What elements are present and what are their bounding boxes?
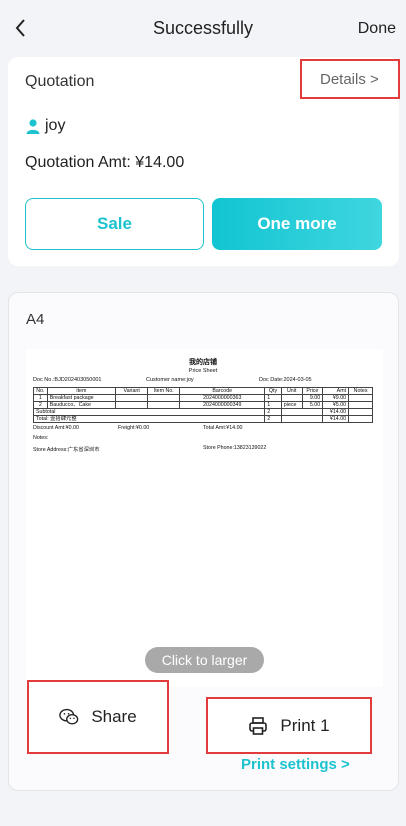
click-to-larger-badge[interactable]: Click to larger xyxy=(145,647,264,673)
table-row: 1 Breakfast package 2024000000363 1 9.00… xyxy=(33,394,373,402)
print-button[interactable]: Print 1 xyxy=(206,697,372,754)
column-header: Unit xyxy=(280,387,303,395)
cell xyxy=(280,394,303,402)
column-header: No. xyxy=(33,387,48,395)
cell xyxy=(115,394,149,402)
cell: 5.00 xyxy=(301,401,324,409)
price-sheet: 我的店铺 Price Sheet Doc No.:BJD202403050001… xyxy=(32,357,373,453)
print-settings-link[interactable]: Print settings > xyxy=(241,756,350,773)
page-title: Successfully xyxy=(152,18,254,38)
column-header: Notes xyxy=(348,387,373,395)
table-row: 2 Bauducco、Cake 2024000000349 1 piece 5.… xyxy=(33,401,373,409)
quotation-title: Quotation xyxy=(25,73,95,90)
subtotal-row: Subtotal 2 ¥14.00 xyxy=(32,408,373,416)
share-button[interactable]: Share xyxy=(27,680,169,754)
share-label: Share xyxy=(91,707,137,726)
column-header: Variant xyxy=(115,387,149,395)
print-label: Print 1 xyxy=(280,715,330,735)
sheet-notes: Notes: xyxy=(33,435,373,443)
cell: 1 xyxy=(33,394,48,402)
cell xyxy=(348,401,373,409)
cell: Breakfast package xyxy=(46,394,117,402)
cell xyxy=(348,394,373,402)
sheet-meta: Doc No.:BJD202403050001 Customer name:jo… xyxy=(33,377,373,386)
customer-name-text: joy xyxy=(45,117,66,134)
freight-amount: Freight:¥0.00 xyxy=(118,425,150,431)
sheet-totals-line: Discount Amt:¥0.00 Freight:¥0.00 Total A… xyxy=(33,425,373,433)
total-row: Total: 壹拾肆元整 2 ¥14.00 xyxy=(32,415,373,423)
cell xyxy=(348,408,373,416)
wechat-icon xyxy=(59,708,79,725)
chevron-left-icon xyxy=(15,19,25,37)
column-header: Amt xyxy=(322,387,350,395)
cell xyxy=(280,408,324,416)
shop-name: 我的店铺 xyxy=(189,359,217,366)
sale-button[interactable]: Sale xyxy=(25,198,204,250)
doc-date: Doc Date:2024-03-05 xyxy=(259,377,312,383)
top-bar: Successfully Done xyxy=(0,0,406,58)
person-icon xyxy=(26,119,40,134)
cell xyxy=(348,415,373,423)
cell: 2024000000349 xyxy=(179,401,266,409)
cell: 2 xyxy=(33,401,48,409)
total-qty: 2 xyxy=(264,415,282,423)
sheet-store-line: Store Address:广东省深圳市 Store Phone:1382313… xyxy=(33,445,373,453)
cell: 1 xyxy=(264,401,282,409)
one-more-button[interactable]: One more xyxy=(212,198,382,250)
column-header: Price xyxy=(301,387,324,395)
total-amount-text: Total Amt:¥14.00 xyxy=(203,425,243,431)
paper-size-label: A4 xyxy=(26,311,45,328)
back-button[interactable] xyxy=(14,18,34,42)
column-header: Barcode xyxy=(179,387,266,395)
discount-amount: Discount Amt:¥0.00 xyxy=(33,425,79,431)
cell: ¥9.00 xyxy=(322,394,350,402)
customer-name: joy xyxy=(25,117,65,135)
cell xyxy=(115,401,149,409)
total-amount: ¥14.00 xyxy=(322,415,350,423)
printer-icon xyxy=(249,716,268,735)
details-link[interactable]: Details > xyxy=(300,59,400,99)
cell: 2024000000363 xyxy=(179,394,266,402)
total-label: Total: 壹拾肆元整 xyxy=(32,415,266,423)
column-header: item xyxy=(46,387,117,395)
done-button[interactable]: Done xyxy=(358,20,396,38)
doc-number: Doc No.:BJD202403050001 xyxy=(33,377,102,383)
cell: 9.00 xyxy=(301,394,324,402)
quotation-card: Quotation Details > joy Quotation Amt: ¥… xyxy=(8,57,400,266)
cell: Bauducco、Cake xyxy=(46,401,117,409)
cell xyxy=(280,415,324,423)
column-header: Qty xyxy=(264,387,282,395)
cell: 1 xyxy=(264,394,282,402)
subtotal-label: Subtotal xyxy=(32,408,266,416)
store-address: Store Address:广东省深圳市 xyxy=(33,447,100,453)
subtotal-qty: 2 xyxy=(264,408,282,416)
sheet-customer: Customer name:joy xyxy=(146,377,194,383)
cell: piece xyxy=(280,401,303,409)
cell: ¥5.00 xyxy=(322,401,350,409)
items-table: No. item Variant Item No. Barcode Qty Un… xyxy=(32,387,373,423)
subtotal-amount: ¥14.00 xyxy=(322,408,350,416)
sheet-subtitle: Price Sheet xyxy=(188,368,218,374)
column-header: Item No. xyxy=(147,387,181,395)
cell xyxy=(147,394,181,402)
table-header-row: No. item Variant Item No. Barcode Qty Un… xyxy=(33,387,373,395)
notes-label: Notes: xyxy=(33,435,49,441)
document-preview[interactable]: 我的店铺 Price Sheet Doc No.:BJD202403050001… xyxy=(26,349,383,687)
quotation-amount: Quotation Amt: ¥14.00 xyxy=(25,154,185,171)
store-phone: Store Phone:13823139022 xyxy=(203,445,267,451)
print-preview-card: A4 我的店铺 Price Sheet Doc No.:BJD202403050… xyxy=(8,292,399,791)
cell xyxy=(147,401,181,409)
